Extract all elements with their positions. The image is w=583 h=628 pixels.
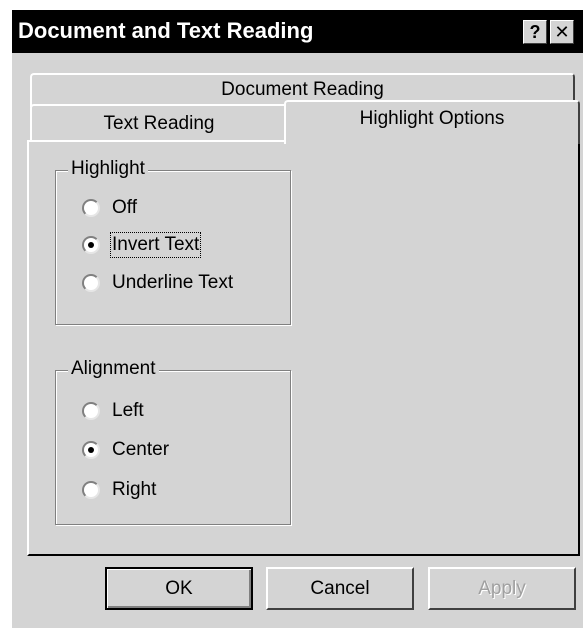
- tab-highlight-options[interactable]: Highlight Options: [284, 100, 580, 144]
- alignment-group-label: Alignment: [68, 358, 159, 380]
- radio-highlight-underline-text[interactable]: Underline Text: [82, 270, 233, 296]
- tab-text-reading[interactable]: Text Reading: [30, 104, 288, 142]
- radio-button-invert-text[interactable]: [82, 236, 100, 254]
- radio-label-center: Center: [112, 439, 170, 460]
- title-bar[interactable]: Document and Text Reading ? ✕: [12, 10, 583, 53]
- highlight-group-label: Highlight: [68, 158, 148, 180]
- ok-button[interactable]: OK: [105, 567, 253, 610]
- tab-panel-highlight-options: Highlight Off Invert Text Underline Text…: [27, 140, 580, 556]
- radio-alignment-right[interactable]: Right: [82, 477, 156, 503]
- radio-highlight-invert-text[interactable]: Invert Text: [82, 232, 202, 258]
- radio-label-right: Right: [112, 479, 157, 500]
- dialog-window: Document and Text Reading ? ✕ Document R…: [12, 10, 583, 628]
- radio-button-off[interactable]: [82, 199, 100, 217]
- radio-button-right[interactable]: [82, 481, 100, 499]
- radio-button-underline-text[interactable]: [82, 274, 100, 292]
- radio-label-invert-text: Invert Text: [109, 232, 202, 258]
- radio-alignment-center[interactable]: Center: [82, 437, 169, 463]
- radio-label-underline-text: Underline Text: [112, 272, 234, 293]
- window-title: Document and Text Reading: [18, 18, 314, 43]
- alignment-group: Alignment Left Center Right: [55, 358, 291, 525]
- radio-label-off: Off: [112, 197, 137, 218]
- highlight-group: Highlight Off Invert Text Underline Text: [55, 158, 291, 325]
- radio-button-left[interactable]: [82, 402, 100, 420]
- radio-alignment-left[interactable]: Left: [82, 398, 144, 424]
- cancel-button[interactable]: Cancel: [266, 567, 414, 610]
- radio-label-left: Left: [112, 400, 144, 421]
- help-button[interactable]: ?: [523, 20, 547, 44]
- close-button[interactable]: ✕: [550, 20, 574, 44]
- radio-highlight-off[interactable]: Off: [82, 195, 137, 221]
- apply-button[interactable]: Apply: [428, 567, 576, 610]
- radio-button-center[interactable]: [82, 441, 100, 459]
